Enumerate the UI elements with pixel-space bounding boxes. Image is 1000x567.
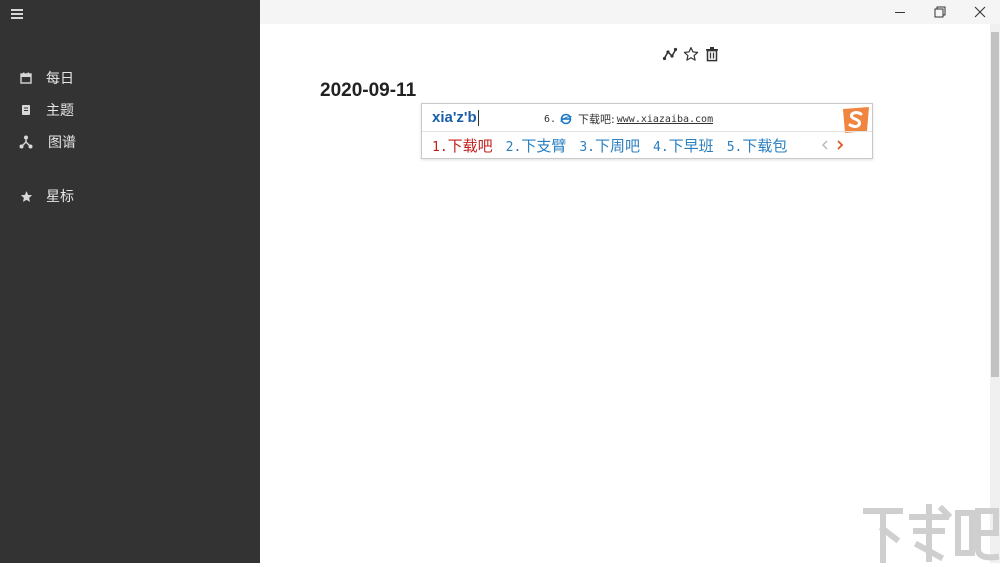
- ime-suggestion[interactable]: 6. 下载吧: www.xiazaiba.com: [544, 111, 713, 127]
- link-graph-icon[interactable]: [662, 46, 678, 62]
- scrollbar-thumb[interactable]: [991, 32, 999, 377]
- next-page-button[interactable]: [834, 137, 846, 153]
- close-icon: [974, 6, 986, 18]
- ime-composition: xia'z'b: [432, 109, 479, 127]
- browser-icon: [560, 113, 572, 125]
- sidebar-item-label: 星标: [46, 189, 74, 205]
- suggestion-number: 6.: [544, 113, 557, 125]
- trash-icon[interactable]: [704, 46, 720, 62]
- sidebar-item-daily[interactable]: 每日: [0, 64, 260, 92]
- watermark-logo: [862, 503, 1000, 564]
- restore-icon: [934, 6, 946, 18]
- restore-button[interactable]: [920, 0, 960, 24]
- scrollbar[interactable]: [990, 24, 1000, 563]
- star-icon: [18, 188, 34, 204]
- sidebar: 每日 主题 图谱 星标: [0, 0, 260, 563]
- ime-candidates: 1.下载吧 2.下支臂 3.下周吧 4.下早班 5.下载包: [432, 134, 800, 156]
- suggestion-text: 下载吧:: [578, 113, 615, 126]
- page-title: 2020-09-11: [320, 80, 417, 101]
- ime-candidate[interactable]: 5.下载包: [727, 135, 788, 156]
- sidebar-item-label: 每日: [46, 71, 74, 87]
- ime-candidate[interactable]: 1.下载吧: [432, 135, 493, 156]
- ime-candidate[interactable]: 2.下支臂: [506, 135, 567, 156]
- text-caret: [477, 110, 479, 127]
- sidebar-item-graph[interactable]: 图谱: [0, 128, 260, 156]
- ime-candidate[interactable]: 3.下周吧: [579, 135, 640, 156]
- chevron-left-icon: [821, 140, 828, 150]
- ime-divider: [422, 131, 872, 132]
- calendar-icon: [18, 70, 34, 86]
- sidebar-item-label: 图谱: [48, 135, 76, 151]
- sidebar-item-starred[interactable]: 星标: [0, 182, 260, 210]
- chevron-right-icon: [837, 140, 844, 150]
- sidebar-item-topics[interactable]: 主题: [0, 96, 260, 124]
- star-outline-icon[interactable]: [683, 46, 699, 62]
- title-bar: [260, 0, 1000, 24]
- sidebar-item-label: 主题: [46, 103, 74, 119]
- notebook-icon: [18, 102, 34, 118]
- menu-icon[interactable]: [11, 8, 25, 20]
- minimize-button[interactable]: [880, 0, 920, 24]
- close-button[interactable]: [960, 0, 1000, 24]
- graph-icon: [18, 134, 34, 150]
- ime-composition-text: xia'z'b: [432, 109, 477, 126]
- prev-page-button[interactable]: [819, 137, 831, 153]
- minimize-icon: [895, 12, 905, 13]
- ime-candidate[interactable]: 4.下早班: [653, 135, 714, 156]
- suggestion-url[interactable]: www.xiazaiba.com: [617, 114, 713, 125]
- ime-candidate-window: xia'z'b 6. 下载吧: www.xiazaiba.com 1.下载吧 2…: [421, 103, 873, 159]
